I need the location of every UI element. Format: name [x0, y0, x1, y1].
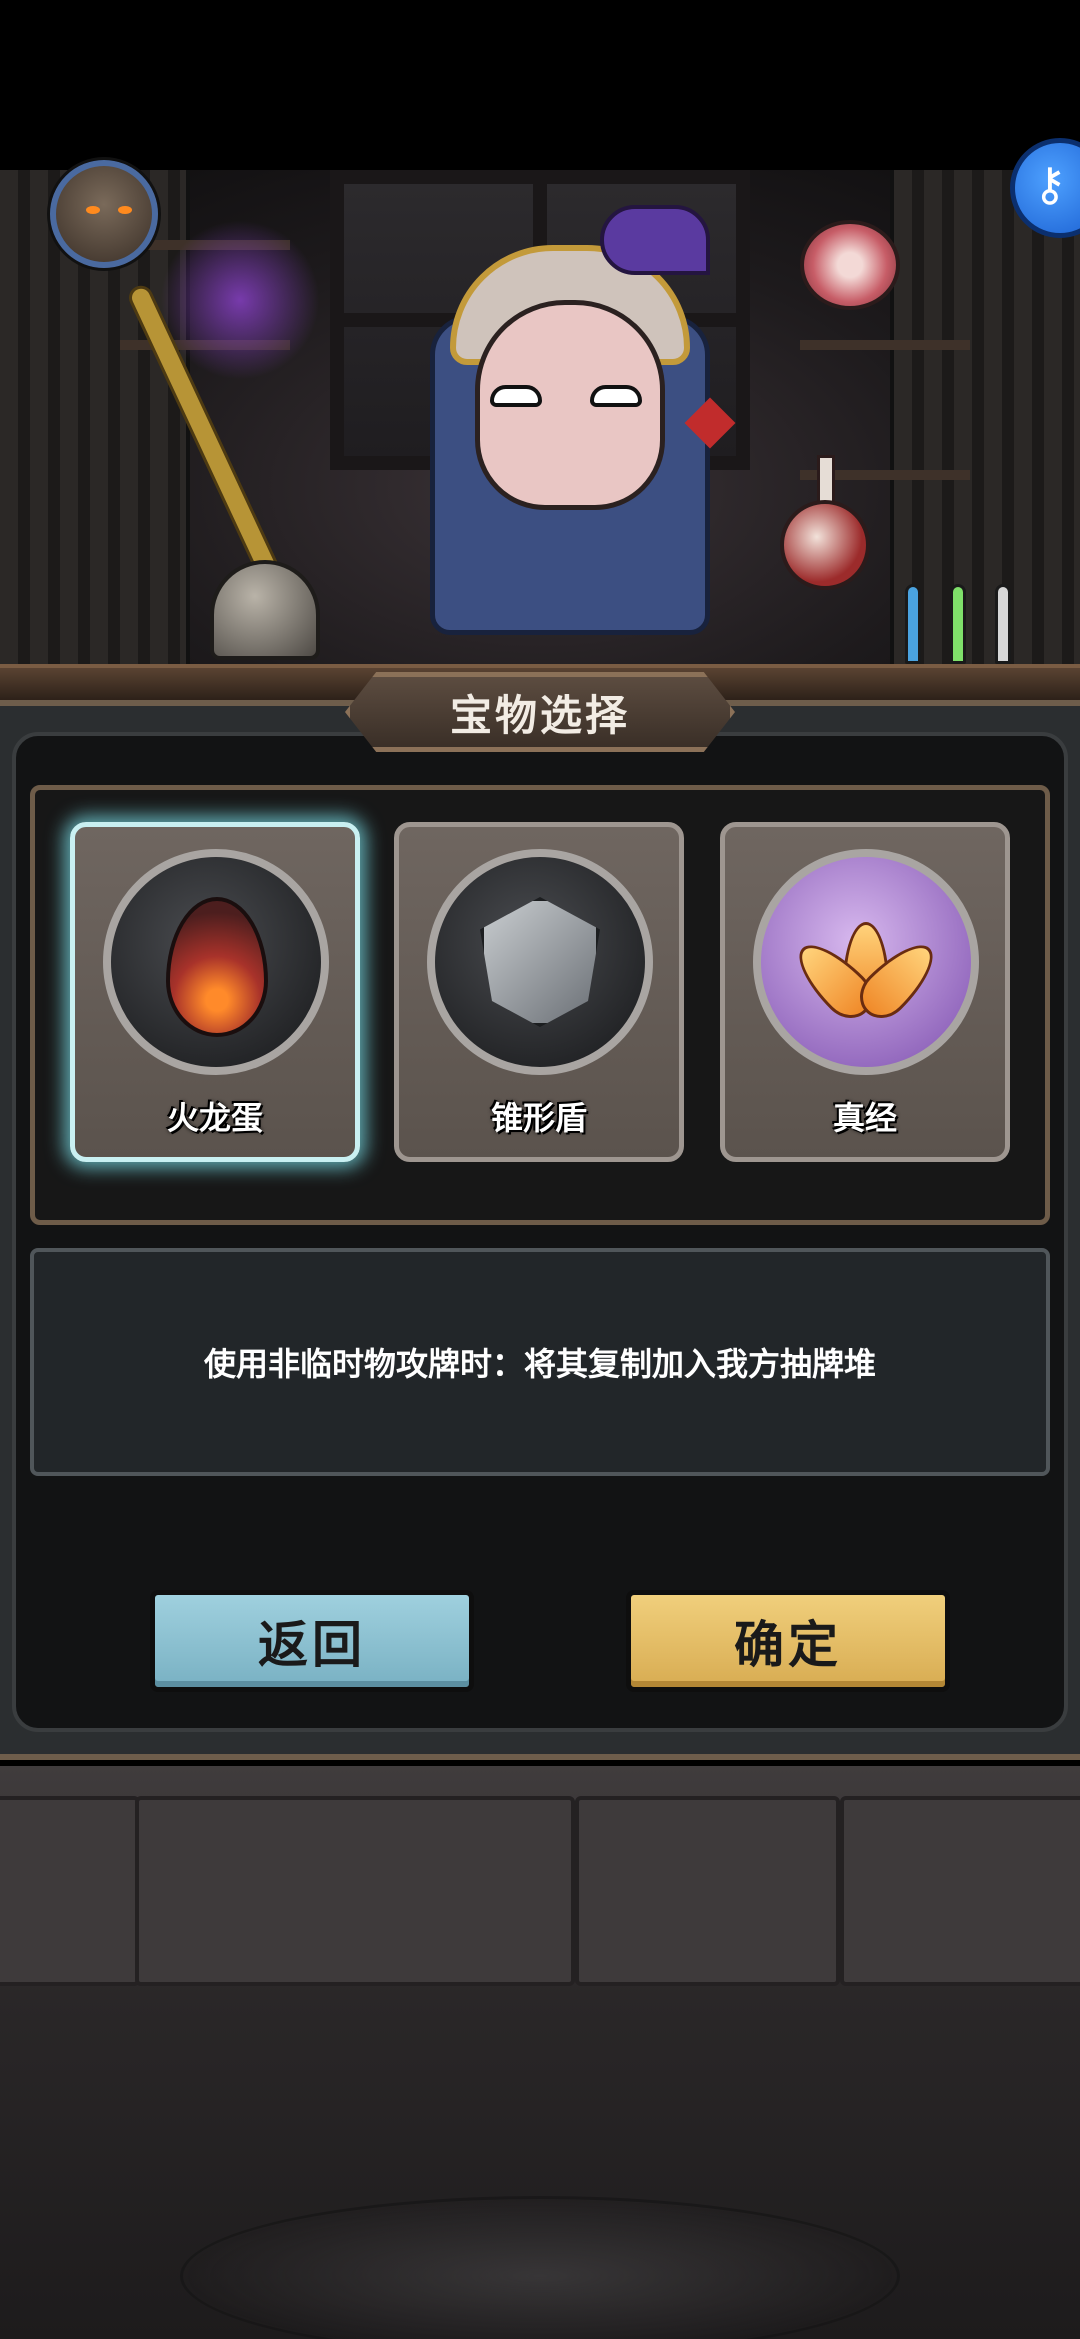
treasure-orb: [753, 849, 979, 1075]
treasure-orb: [103, 849, 329, 1075]
magic-glow: [160, 220, 320, 380]
potion-bottle: [995, 584, 1011, 664]
shelf: [800, 340, 970, 350]
treasure-description-box: 使用非临时物攻牌时：将其复制加入我方抽牌堆: [30, 1248, 1050, 1476]
merchant-eye: [590, 385, 642, 407]
treasure-description: 使用非临时物攻牌时：将其复制加入我方抽牌堆: [203, 1345, 876, 1383]
ham-meat-icon: [800, 220, 900, 310]
wall-brick: [840, 1796, 1080, 1986]
dungeon-floor: [0, 1766, 1080, 2339]
back-button[interactable]: 返回: [150, 1590, 474, 1692]
key-icon: ⚷: [1033, 157, 1067, 211]
lotus-icon: [786, 912, 946, 1029]
wall-brick: [575, 1796, 840, 1986]
treasure-card-scripture[interactable]: 真经: [720, 822, 1010, 1162]
wall-brick: [0, 1796, 140, 1986]
treasure-name: 锥形盾: [490, 1099, 587, 1137]
treasure-card-cone-shield[interactable]: 锥形盾: [394, 822, 684, 1162]
panel-title: 宝物选择: [449, 690, 630, 740]
dragon-egg-icon: [166, 897, 268, 1037]
treasure-card-dragon-egg[interactable]: 火龙蛋: [70, 822, 360, 1162]
potion-bottle: [950, 584, 966, 664]
potion-bottle: [905, 584, 921, 664]
knight-helmet-icon: [210, 560, 320, 660]
avatar-eye: [118, 206, 132, 214]
treasure-name: 火龙蛋: [166, 1099, 263, 1137]
merchant-hat-tip: [600, 205, 710, 275]
floor-shadow: [180, 2196, 900, 2339]
merchant-character: [420, 205, 736, 645]
confirm-button[interactable]: 确定: [626, 1590, 950, 1692]
title-plate: 宝物选择: [345, 672, 735, 752]
merchant-eye: [490, 385, 542, 407]
potion-flask-icon: [780, 500, 870, 590]
wall-brick: [135, 1796, 575, 1986]
cone-shield-icon: [480, 897, 600, 1027]
treasure-name: 真经: [832, 1099, 897, 1137]
treasure-orb: [427, 849, 653, 1075]
status-bar-area: [0, 0, 1080, 170]
avatar-eye: [86, 206, 100, 214]
hero-portrait-icon[interactable]: [50, 160, 158, 268]
